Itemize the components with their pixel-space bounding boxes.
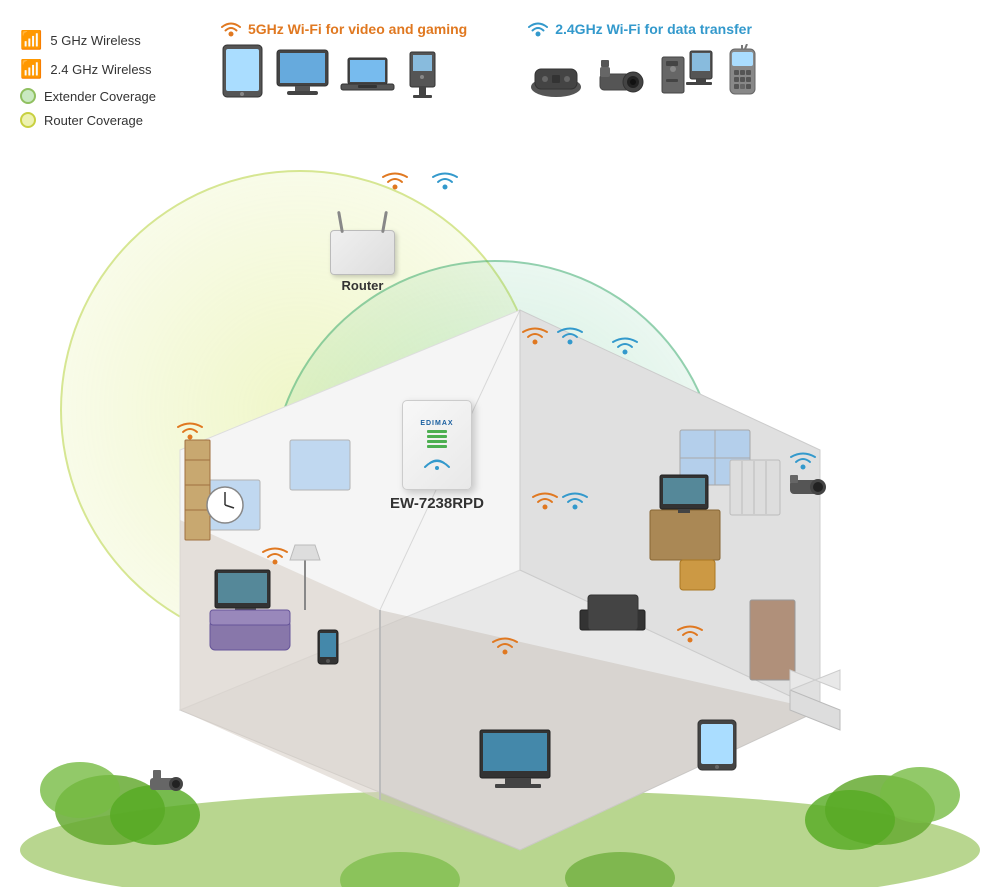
legend-item-extender: Extender Coverage <box>20 88 156 104</box>
extender-box: EDIMAX <box>402 400 472 490</box>
router-box <box>330 230 395 275</box>
device-security-camera <box>595 59 650 104</box>
category-2ghz: 2.4GHz Wi-Fi for data transfer <box>527 20 760 104</box>
wifi-2ghz-icon: 📶 <box>20 59 42 80</box>
device-desktop-small <box>405 51 440 104</box>
led-4 <box>427 445 447 448</box>
router-coverage-icon <box>20 112 36 128</box>
legend-label-extender: Extender Coverage <box>44 89 156 104</box>
wifi-blue-icon <box>527 20 549 38</box>
main-diagram: Router EDIMAX EW-7238RPD <box>0 130 1000 887</box>
device-computer-tower <box>660 49 715 104</box>
house-illustration <box>0 130 1000 887</box>
extender-device: EDIMAX EW-7238RPD <box>390 400 484 512</box>
2ghz-title-text: 2.4GHz Wi-Fi for data transfer <box>555 21 752 37</box>
extender-model-label: EW-7238RPD <box>390 495 484 512</box>
led-3 <box>427 440 447 443</box>
5ghz-title-text: 5GHz Wi-Fi for video and gaming <box>248 21 467 37</box>
legend-label-2ghz: 2.4 GHz Wireless <box>50 62 151 77</box>
extender-wifi-symbol <box>417 451 457 471</box>
category-5ghz: 5GHz Wi-Fi for video and gaming <box>220 20 467 104</box>
legend-label-5ghz: 5 GHz Wireless <box>50 33 140 48</box>
wifi-orange-icon <box>220 20 242 38</box>
legend-item-router: Router Coverage <box>20 112 156 128</box>
device-tablet <box>220 44 265 104</box>
legend-label-router: Router Coverage <box>44 113 143 128</box>
led-2 <box>427 435 447 438</box>
device-gaming-console <box>527 59 585 104</box>
extender-coverage-icon <box>20 88 36 104</box>
router-device: Router <box>330 230 395 293</box>
top-categories: 5GHz Wi-Fi for video and gaming <box>220 20 760 104</box>
category-2ghz-title: 2.4GHz Wi-Fi for data transfer <box>527 20 752 38</box>
legend-item-5ghz: 📶 5 GHz Wireless <box>20 30 156 51</box>
device-laptop <box>340 57 395 104</box>
5ghz-devices <box>220 44 440 104</box>
extender-brand: EDIMAX <box>420 420 453 427</box>
wifi-5ghz-icon: 📶 <box>20 30 42 51</box>
legend: 📶 5 GHz Wireless 📶 2.4 GHz Wireless Exte… <box>20 30 156 128</box>
extender-leds <box>427 430 447 448</box>
2ghz-devices <box>527 44 760 104</box>
category-5ghz-title: 5GHz Wi-Fi for video and gaming <box>220 20 467 38</box>
device-cordless-phone <box>725 44 760 104</box>
device-monitor <box>275 49 330 104</box>
router-label: Router <box>342 278 384 293</box>
legend-item-2ghz: 📶 2.4 GHz Wireless <box>20 59 156 80</box>
led-1 <box>427 430 447 433</box>
